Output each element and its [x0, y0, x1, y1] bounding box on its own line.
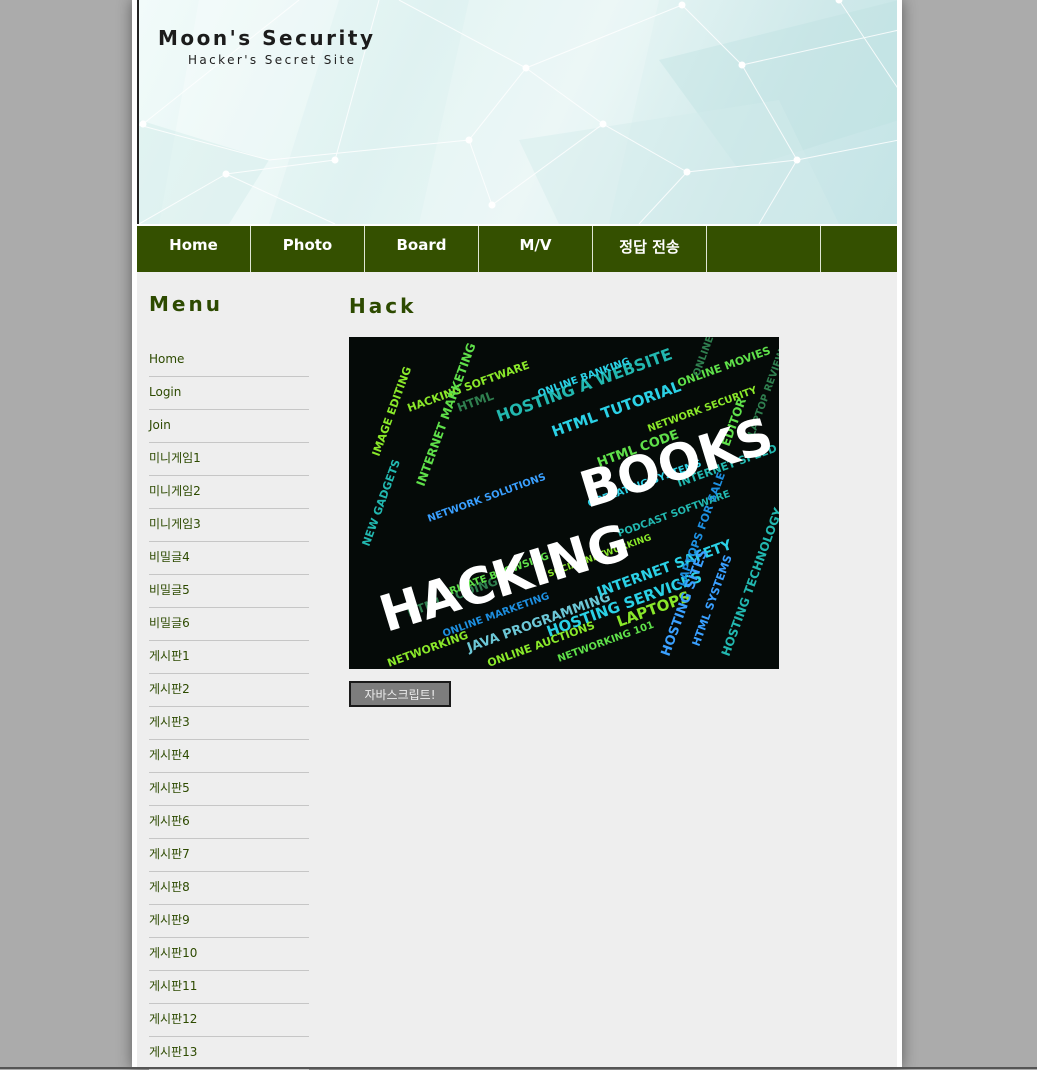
- sidebar-item-board-10[interactable]: 게시판10: [149, 938, 309, 971]
- sidebar-item-secret-post-5[interactable]: 비밀글5: [149, 575, 309, 608]
- nav-item-mv[interactable]: M/V: [479, 226, 593, 272]
- site-header: Moon's Security Hacker's Secret Site: [137, 0, 897, 224]
- sidebar-item-board-3[interactable]: 게시판3: [149, 707, 309, 740]
- sidebar-item-board-6[interactable]: 게시판6: [149, 806, 309, 839]
- javascript-button[interactable]: 자바스크립트!: [349, 681, 451, 707]
- sidebar-item-board-9[interactable]: 게시판9: [149, 905, 309, 938]
- main-navigation: Home Photo Board M/V 정답 전송: [137, 226, 897, 272]
- sidebar: Menu Home Login Join 미니게임1 미니게임2 미니게임3 비…: [149, 292, 309, 1070]
- sidebar-item-board-4[interactable]: 게시판4: [149, 740, 309, 773]
- sidebar-item-board-11[interactable]: 게시판11: [149, 971, 309, 1004]
- main-content: Hack HACKING SOFTWARE HOSTING A WEBSITE HT…: [349, 294, 779, 707]
- sidebar-item-login[interactable]: Login: [149, 377, 309, 410]
- sidebar-title: Menu: [149, 292, 223, 316]
- site-subtitle: Hacker's Secret Site: [188, 53, 357, 67]
- page-container: Moon's Security Hacker's Secret Site Hom…: [132, 0, 902, 1070]
- sidebar-item-board-5[interactable]: 게시판5: [149, 773, 309, 806]
- sidebar-item-join[interactable]: Join: [149, 410, 309, 443]
- sidebar-item-secret-post-4[interactable]: 비밀글4: [149, 542, 309, 575]
- hacking-books-image: HACKING SOFTWAREHOSTING A WEBSITEHTML TU…: [349, 337, 779, 669]
- nav-item-photo[interactable]: Photo: [251, 226, 365, 272]
- sidebar-item-minigame-2[interactable]: 미니게임2: [149, 476, 309, 509]
- nav-item-home[interactable]: Home: [137, 226, 251, 272]
- sidebar-item-board-12[interactable]: 게시판12: [149, 1004, 309, 1037]
- site-title: Moon's Security: [158, 26, 376, 50]
- nav-item-empty[interactable]: [707, 226, 821, 272]
- sidebar-item-minigame-3[interactable]: 미니게임3: [149, 509, 309, 542]
- sidebar-item-home[interactable]: Home: [149, 344, 309, 377]
- sidebar-item-secret-post-6[interactable]: 비밀글6: [149, 608, 309, 641]
- sidebar-item-minigame-1[interactable]: 미니게임1: [149, 443, 309, 476]
- sidebar-item-board-7[interactable]: 게시판7: [149, 839, 309, 872]
- post-title: Hack: [349, 294, 417, 318]
- sidebar-item-board-8[interactable]: 게시판8: [149, 872, 309, 905]
- nav-item-answer-submit[interactable]: 정답 전송: [593, 226, 707, 272]
- content-area: Menu Home Login Join 미니게임1 미니게임2 미니게임3 비…: [137, 272, 897, 1070]
- sidebar-item-board-13[interactable]: 게시판13: [149, 1037, 309, 1070]
- sidebar-item-board-1[interactable]: 게시판1: [149, 641, 309, 674]
- sidebar-menu: Home Login Join 미니게임1 미니게임2 미니게임3 비밀글4 비…: [149, 344, 309, 1070]
- nav-item-board[interactable]: Board: [365, 226, 479, 272]
- sidebar-item-board-2[interactable]: 게시판2: [149, 674, 309, 707]
